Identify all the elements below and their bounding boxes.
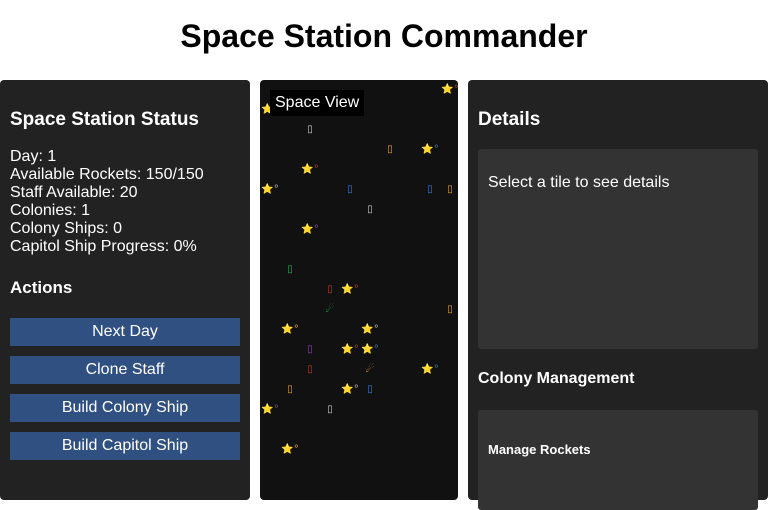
space-tile[interactable]: ▯ (280, 260, 300, 280)
space-tile[interactable]: ☄ (320, 300, 340, 320)
space-tile[interactable]: ⭐° (280, 320, 300, 340)
space-tile[interactable]: ▯ (360, 200, 380, 220)
manage-rockets-heading: Manage Rockets (488, 442, 591, 457)
space-view[interactable]: Space View ⭐°⭐°▯▯⭐°⭐°⭐°▯▯▯▯⭐°▯▯⭐°☄▯⭐°⭐°▯… (260, 80, 458, 500)
details-panel: Details Select a tile to see details Col… (468, 80, 768, 510)
space-tile[interactable]: ▯ (340, 180, 360, 200)
space-tile[interactable]: ⭐° (260, 180, 280, 200)
build-capitol-ship-button[interactable]: Build Capitol Ship (10, 432, 240, 460)
details-heading: Details (478, 109, 541, 130)
details-placeholder: Select a tile to see details (488, 174, 670, 191)
space-tile[interactable]: ⭐° (360, 320, 380, 340)
space-tile[interactable]: ⭐° (280, 440, 300, 460)
space-tile[interactable]: ▯ (380, 140, 400, 160)
space-tile[interactable]: ☄ (360, 360, 380, 380)
page-title: Space Station Commander (180, 18, 588, 54)
rockets-stat: Available Rockets: 150/150 (10, 166, 204, 183)
actions-heading: Actions (10, 278, 73, 297)
space-tile[interactable]: ⭐° (360, 340, 380, 360)
space-tile[interactable]: ▯ (280, 380, 300, 400)
space-tile[interactable]: ▯ (300, 360, 320, 380)
colony-management-heading: Colony Management (478, 370, 635, 387)
colony-management-box: Manage Rockets (478, 410, 758, 510)
space-tile[interactable]: ⭐° (340, 340, 360, 360)
staff-stat: Staff Available: 20 (10, 184, 138, 201)
day-stat: Day: 1 (10, 148, 57, 165)
clone-staff-button[interactable]: Clone Staff (10, 356, 240, 384)
space-view-label: Space View (270, 90, 365, 116)
space-tile[interactable]: ▯ (320, 400, 340, 420)
space-tile[interactable]: ⭐° (340, 280, 360, 300)
next-day-button[interactable]: Next Day (10, 318, 240, 346)
space-tile[interactable]: ▯ (420, 180, 440, 200)
status-heading: Space Station Status (10, 109, 199, 130)
details-box: Select a tile to see details (478, 149, 758, 349)
space-tile[interactable]: ⭐° (440, 80, 458, 100)
space-tile[interactable]: ▯ (360, 380, 380, 400)
status-panel: Space Station Status Day: 1 Available Ro… (0, 80, 250, 500)
space-tile[interactable]: ⭐° (420, 140, 440, 160)
space-tile[interactable]: ⭐° (260, 400, 280, 420)
space-tile[interactable]: ▯ (440, 300, 458, 320)
space-tile[interactable]: ⭐° (340, 380, 360, 400)
colonies-stat: Colonies: 1 (10, 202, 91, 219)
build-colony-ship-button[interactable]: Build Colony Ship (10, 394, 240, 422)
space-tile[interactable]: ⭐° (420, 360, 440, 380)
capitol-progress-stat: Capitol Ship Progress: 0% (10, 238, 197, 255)
colony-ships-stat: Colony Ships: 0 (10, 220, 123, 237)
space-tile[interactable]: ▯ (320, 280, 340, 300)
space-tile[interactable]: ⭐° (300, 220, 320, 240)
space-tile[interactable]: ▯ (300, 340, 320, 360)
space-tile[interactable]: ⭐° (300, 160, 320, 180)
space-tile[interactable]: ▯ (440, 180, 458, 200)
space-tile[interactable]: ▯ (300, 120, 320, 140)
